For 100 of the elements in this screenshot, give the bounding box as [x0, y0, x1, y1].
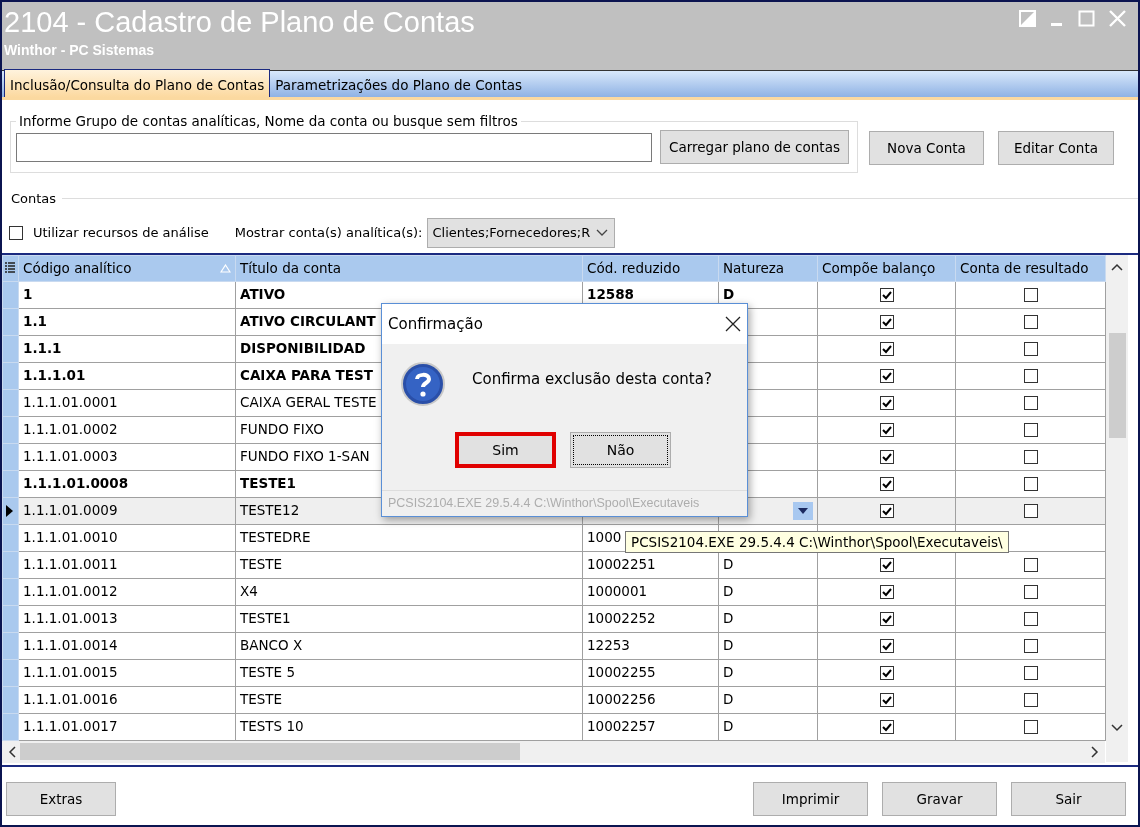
table-cell: 1.1.1.01.0013	[23, 610, 118, 627]
checkbox[interactable]	[1023, 692, 1038, 707]
footer-button[interactable]: Imprimir	[753, 782, 868, 816]
table-cell: BANCO X	[240, 637, 303, 654]
checked-checkbox[interactable]	[879, 449, 894, 464]
dialog-message: Confirma exclusão desta conta?	[472, 368, 712, 390]
table-cell: 1.1.1.01.0002	[23, 421, 118, 438]
section-label: Contas	[11, 190, 57, 208]
action-button[interactable]: Editar Conta	[997, 131, 1114, 165]
dropdown-value: Clientes;Fornecedores;R	[432, 223, 591, 242]
checked-checkbox[interactable]	[879, 503, 894, 518]
table-cell: D	[723, 583, 734, 600]
table-cell: 1.1.1.01.0008	[23, 475, 129, 492]
table-cell: ATIVO CIRCULANT	[240, 313, 376, 330]
checkbox[interactable]	[1023, 341, 1038, 356]
table-cell: D	[723, 718, 734, 735]
table-cell: X4	[240, 583, 258, 600]
dialog-button[interactable]: Sim	[455, 432, 556, 468]
column-menu-icon[interactable]	[5, 262, 15, 274]
tab[interactable]: Inclusão/Consulta do Plano de Contas	[4, 69, 271, 97]
table-cell: D	[723, 556, 734, 573]
table-cell: 1.1.1.01	[23, 367, 86, 384]
footer-button[interactable]: Gravar	[882, 782, 997, 816]
table-cell: TESTE1	[240, 475, 296, 492]
checked-checkbox[interactable]	[879, 287, 894, 302]
table-cell: TESTS 10	[240, 718, 304, 735]
checked-checkbox[interactable]	[879, 719, 894, 734]
checkbox[interactable]	[1023, 314, 1038, 329]
checkbox[interactable]	[1023, 638, 1038, 653]
dropdown[interactable]: Clientes;Fornecedores;R	[427, 217, 616, 248]
dialog-button[interactable]: Não	[570, 432, 671, 468]
checkbox-label: Utilizar recursos de análise	[33, 223, 209, 242]
checkbox[interactable]	[1023, 422, 1038, 437]
checkbox[interactable]	[1023, 557, 1038, 572]
table-cell: 1.1.1.01.0016	[23, 691, 118, 708]
checked-checkbox[interactable]	[879, 395, 894, 410]
table-cell: DISPONIBILIDAD	[240, 340, 366, 357]
checked-checkbox[interactable]	[879, 584, 894, 599]
checkbox[interactable]	[1023, 449, 1038, 464]
table-cell: 10002256	[587, 691, 656, 708]
load-button[interactable]: Carregar plano de contas	[660, 130, 849, 164]
table-cell: 1.1.1.01.0012	[23, 583, 118, 600]
checkbox[interactable]	[1023, 368, 1038, 383]
table-cell: 10002251	[587, 556, 656, 573]
scroll-up-icon[interactable]	[1111, 262, 1123, 271]
footer-button[interactable]: Sair	[1011, 782, 1126, 816]
table-cell: 10002257	[587, 718, 656, 735]
scroll-right-icon[interactable]	[1091, 745, 1099, 758]
scroll-down-icon[interactable]	[1111, 723, 1123, 732]
checkbox[interactable]	[1023, 584, 1038, 599]
checkbox[interactable]	[1023, 503, 1038, 518]
checked-checkbox[interactable]	[879, 476, 894, 491]
checked-checkbox[interactable]	[879, 638, 894, 653]
chevron-down-icon	[596, 228, 609, 237]
table-cell: TESTE12	[240, 502, 300, 519]
table-cell: TESTE	[240, 691, 283, 708]
dialog-title: Confirmação	[388, 313, 483, 335]
action-button[interactable]: Nova Conta	[868, 131, 984, 165]
checked-checkbox[interactable]	[879, 557, 894, 572]
checked-checkbox[interactable]	[879, 422, 894, 437]
checkbox[interactable]	[9, 225, 23, 240]
table-cell: 1.1.1.01.0009	[23, 502, 118, 519]
checkbox[interactable]	[1023, 287, 1038, 302]
table-cell: 10002252	[587, 610, 656, 627]
table-cell: 1.1.1.01.0015	[23, 664, 118, 681]
table-cell: 1.1.1.01.0017	[23, 718, 118, 735]
checked-checkbox[interactable]	[879, 341, 894, 356]
checked-checkbox[interactable]	[879, 368, 894, 383]
checkbox[interactable]	[1023, 719, 1038, 734]
group-label: Informe Grupo de contas analíticas, Nome da conta ou busque sem filtros	[18, 112, 519, 130]
table-cell: D	[723, 664, 734, 681]
scrollbar-thumb[interactable]	[1108, 332, 1126, 438]
checkbox[interactable]	[1023, 476, 1038, 491]
checked-checkbox[interactable]	[879, 611, 894, 626]
table-cell: D	[723, 691, 734, 708]
checked-checkbox[interactable]	[879, 665, 894, 680]
table-cell: 1.1.1	[23, 340, 62, 357]
checkbox[interactable]	[1023, 611, 1038, 626]
table-cell: D	[723, 610, 734, 627]
footer-button[interactable]: Extras	[6, 782, 116, 816]
table-cell: 1.1.1.01.0003	[23, 448, 118, 465]
scroll-left-icon[interactable]	[8, 745, 16, 758]
table-cell: D	[723, 286, 735, 303]
tab[interactable]: Parametrizações do Plano de Contas	[270, 69, 527, 97]
table-cell: D	[723, 637, 734, 654]
search-field[interactable]	[16, 132, 652, 162]
checked-checkbox[interactable]	[879, 692, 894, 707]
table-cell: TESTE	[240, 556, 283, 573]
checked-checkbox[interactable]	[879, 314, 894, 329]
checkbox[interactable]	[1023, 395, 1038, 410]
table-cell: 1000001	[587, 583, 648, 600]
table-cell: 1.1.1.01.0011	[23, 556, 118, 573]
table-cell: TESTE 5	[240, 664, 295, 681]
table-cell: 1000	[587, 529, 622, 546]
checkbox[interactable]	[1023, 665, 1038, 680]
filter-label: Mostrar conta(s) analítica(s):	[234, 223, 423, 242]
scrollbar-thumb[interactable]	[20, 743, 520, 760]
close-icon[interactable]	[725, 316, 741, 332]
window-title: 2104 - Cadastro de Plano de Contas	[4, 5, 475, 40]
table-cell: TESTE1	[240, 610, 291, 627]
